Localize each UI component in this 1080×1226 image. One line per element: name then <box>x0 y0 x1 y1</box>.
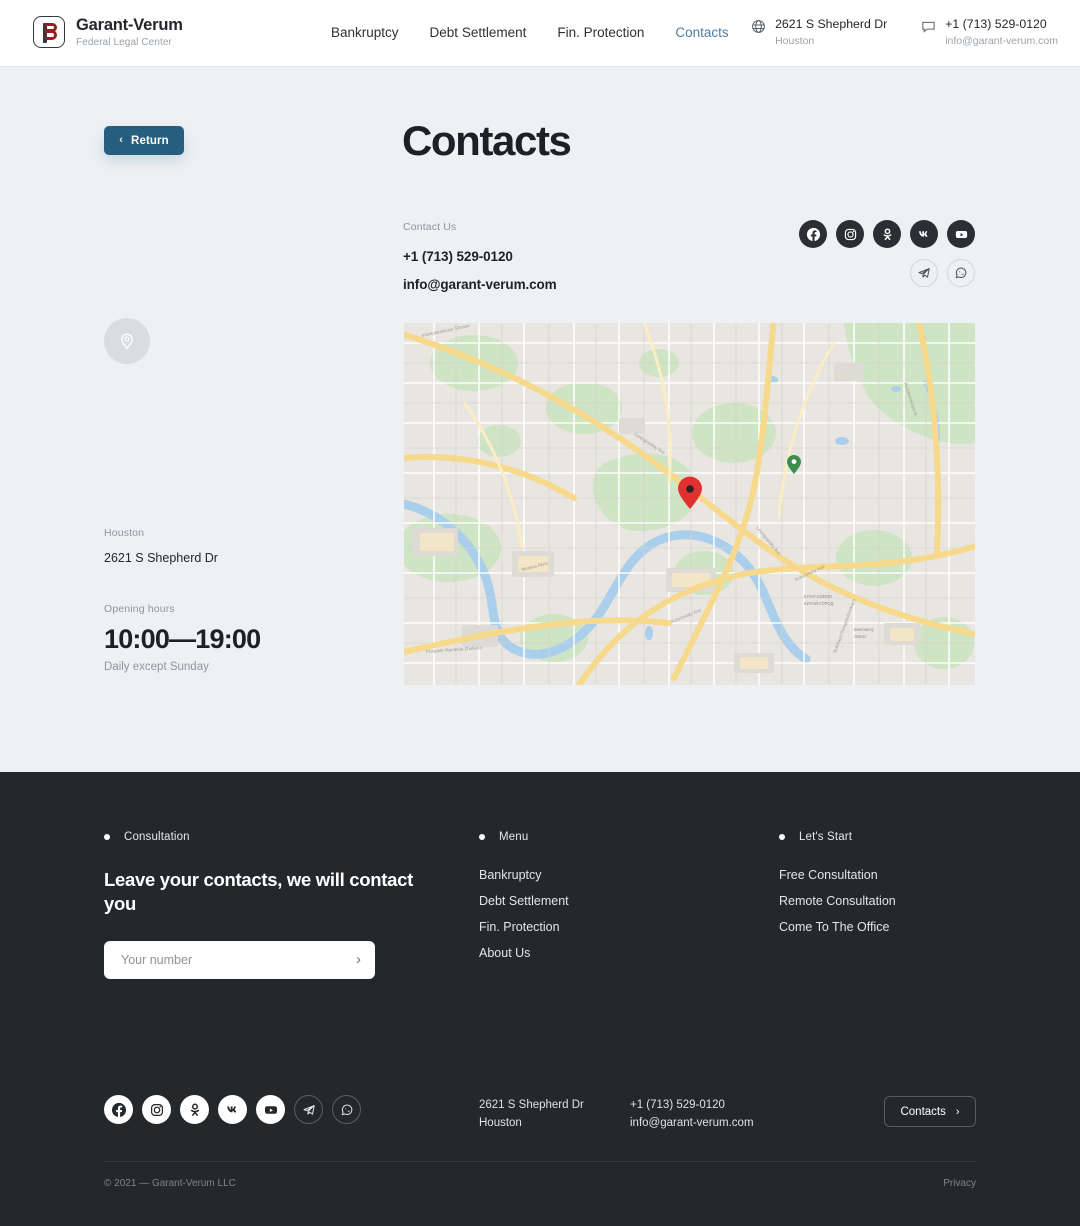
footer-phone[interactable]: +1 (713) 529-0120 <box>630 1097 754 1115</box>
footer-link-free-consultation[interactable]: Free Consultation <box>779 868 1029 882</box>
contact-block: Contact Us +1 (713) 529-0120 info@garant… <box>403 221 557 292</box>
odnoklassniki-icon[interactable] <box>180 1095 209 1124</box>
opening-hours-note: Daily except Sunday <box>104 661 209 673</box>
bullet-dot-icon <box>779 834 785 840</box>
city-label: Houston <box>104 527 145 539</box>
odnoklassniki-icon[interactable] <box>873 220 901 248</box>
brand-name: Garant-Verum <box>76 16 183 35</box>
footer-address-line1: 2621 S Shepherd Dr <box>479 1099 584 1111</box>
street-value: 2621 S Shepherd Dr <box>104 551 218 565</box>
footer-link-debt-settlement[interactable]: Debt Settlement <box>479 894 729 908</box>
footer-menu-links: Bankruptcy Debt Settlement Fin. Protecti… <box>479 868 729 960</box>
footer-email[interactable]: info@garant-verum.com <box>630 1115 754 1133</box>
vk-icon[interactable] <box>218 1095 247 1124</box>
facebook-icon[interactable] <box>799 220 827 248</box>
site-footer: Consultation Leave your contacts, we wil… <box>0 772 1080 1226</box>
main-nav: Bankruptcy Debt Settlement Fin. Protecti… <box>331 25 729 40</box>
opening-hours-label: Opening hours <box>104 603 175 615</box>
return-button-label: Return <box>131 134 169 147</box>
header-contact-block[interactable]: +1 (713) 529-0120 info@garant-verum.com <box>921 17 1058 47</box>
footer-social-links <box>104 1095 361 1124</box>
phone-input-wrapper[interactable]: › <box>104 940 375 979</box>
contact-us-label: Contact Us <box>403 221 457 233</box>
whatsapp-icon[interactable] <box>947 259 975 287</box>
svg-text:KITAY-GOROD: KITAY-GOROD <box>804 594 832 599</box>
return-button[interactable]: ‹ Return <box>104 126 184 155</box>
footer-menu-column: Menu Bankruptcy Debt Settlement Fin. Pro… <box>479 831 729 972</box>
vk-icon[interactable] <box>910 220 938 248</box>
nav-item-fin-protection[interactable]: Fin. Protection <box>557 25 644 40</box>
footer-start-title: Let's Start <box>799 831 853 843</box>
instagram-icon[interactable] <box>142 1095 171 1124</box>
footer-address-line2: Houston <box>479 1116 522 1129</box>
telegram-icon[interactable] <box>294 1095 323 1124</box>
brand-tagline: Federal Legal Center <box>76 36 172 48</box>
bullet-dot-icon <box>479 834 485 840</box>
header-address-main: 2621 S Shepherd Dr <box>775 17 888 31</box>
bullet-dot-icon <box>104 834 110 840</box>
header-contact-sub: info@garant-verum.com <box>945 35 1058 48</box>
logo[interactable]: Garant-Verum Federal Legal Center <box>33 16 183 48</box>
gv-monogram-logo-icon <box>33 16 65 48</box>
svg-text:Basmanny: Basmanny <box>854 627 875 632</box>
footer-consultation-head: Consultation <box>104 831 424 843</box>
header-address-sub: Houston <box>775 35 815 48</box>
footer-link-come-to-the-office[interactable]: Come To The Office <box>779 920 1029 934</box>
map-canvas: Volokolamskoye Shosse Leningradsky Ave L… <box>404 323 975 685</box>
nav-item-contacts[interactable]: Contacts <box>675 25 728 40</box>
header-contact-main: +1 (713) 529-0120 <box>945 17 1047 31</box>
whatsapp-icon[interactable] <box>332 1095 361 1124</box>
svg-text:Ostrov: Ostrov <box>854 634 867 639</box>
footer-consultation-title: Consultation <box>124 831 190 843</box>
opening-hours-value: 10:00—19:00 <box>104 624 261 654</box>
chevron-right-icon: › <box>955 1105 960 1118</box>
footer-consultation-column: Consultation Leave your contacts, we wil… <box>104 831 424 979</box>
header-info: 2621 S Shepherd Dr Houston +1 (713) 529-… <box>751 17 1058 47</box>
page-root: Garant-Verum Federal Legal Center Bankru… <box>0 0 1080 1226</box>
footer-contacts-button[interactable]: Contacts › <box>884 1096 976 1127</box>
footer-bottom-bar: 2621 S Shepherd Dr Houston +1 (713) 529-… <box>104 1095 976 1129</box>
footer-link-about-us[interactable]: About Us <box>479 946 729 960</box>
contact-email[interactable]: info@garant-verum.com <box>403 277 557 292</box>
map-pin-icon <box>104 318 150 364</box>
logo-text: Garant-Verum Federal Legal Center <box>76 16 183 48</box>
main-content: ‹ Return Houston 2621 S Shepherd Dr Open… <box>0 67 1080 772</box>
chevron-right-icon[interactable]: › <box>356 952 361 967</box>
youtube-icon[interactable] <box>947 220 975 248</box>
map-widget[interactable]: Volokolamskoye Shosse Leningradsky Ave L… <box>404 323 975 685</box>
chevron-left-icon: ‹ <box>119 134 124 146</box>
footer-start-head: Let's Start <box>779 831 1029 843</box>
footer-contacts-button-label: Contacts <box>900 1105 946 1118</box>
globe-icon <box>751 19 766 34</box>
social-links-main <box>795 220 975 287</box>
svg-text:KИТАЙ-ГОРОД: KИТАЙ-ГОРОД <box>804 601 834 606</box>
footer-start-column: Let's Start Free Consultation Remote Con… <box>779 831 1029 946</box>
chat-bubble-icon <box>921 19 936 34</box>
header-address-block[interactable]: 2621 S Shepherd Dr Houston <box>751 17 887 47</box>
nav-item-bankruptcy[interactable]: Bankruptcy <box>331 25 399 40</box>
instagram-icon[interactable] <box>836 220 864 248</box>
footer-divider <box>104 1161 976 1162</box>
page-title: Contacts <box>402 117 572 164</box>
footer-contact: +1 (713) 529-0120 info@garant-verum.com <box>630 1097 754 1133</box>
office-info: Houston 2621 S Shepherd Dr Opening hours… <box>104 527 354 673</box>
footer-privacy-link[interactable]: Privacy <box>943 1178 976 1189</box>
phone-number-input[interactable] <box>121 952 356 967</box>
youtube-icon[interactable] <box>256 1095 285 1124</box>
footer-link-fin-protection[interactable]: Fin. Protection <box>479 920 729 934</box>
footer-address: 2621 S Shepherd Dr Houston <box>479 1097 584 1133</box>
footer-link-bankruptcy[interactable]: Bankruptcy <box>479 868 729 882</box>
footer-menu-title: Menu <box>499 831 529 843</box>
contact-phone[interactable]: +1 (713) 529-0120 <box>403 249 557 264</box>
telegram-icon[interactable] <box>910 259 938 287</box>
nav-item-debt-settlement[interactable]: Debt Settlement <box>430 25 527 40</box>
footer-cta-text: Leave your contacts, we will contact you <box>104 869 413 915</box>
footer-link-remote-consultation[interactable]: Remote Consultation <box>779 894 1029 908</box>
footer-menu-head: Menu <box>479 831 729 843</box>
footer-copyright: © 2021 — Garant-Verum LLC <box>104 1178 236 1189</box>
site-header: Garant-Verum Federal Legal Center Bankru… <box>0 0 1080 67</box>
footer-start-links: Free Consultation Remote Consultation Co… <box>779 868 1029 934</box>
facebook-icon[interactable] <box>104 1095 133 1124</box>
